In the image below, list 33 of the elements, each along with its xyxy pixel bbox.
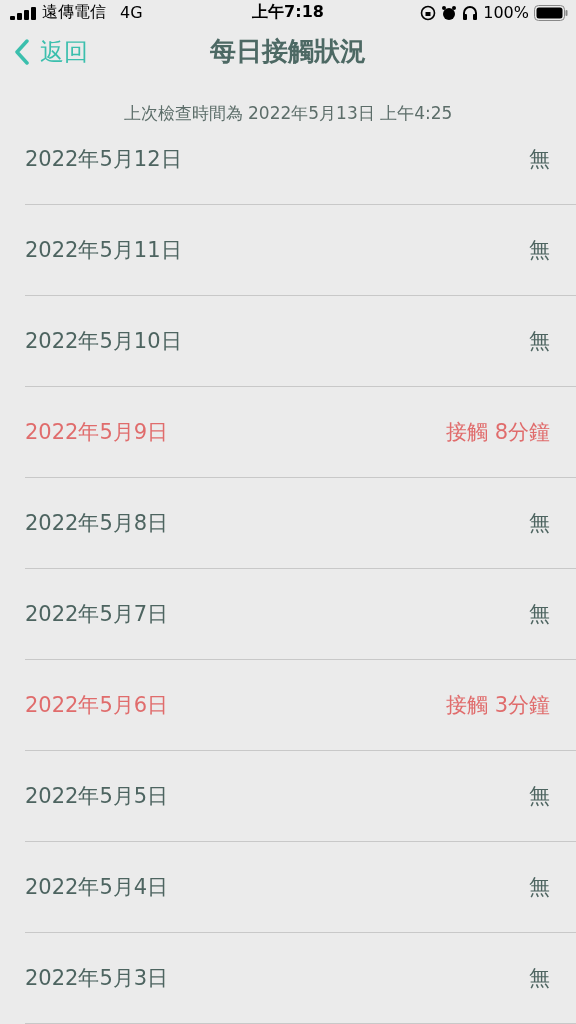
alarm-icon bbox=[441, 4, 458, 21]
day-date: 2022年5月3日 bbox=[25, 965, 169, 992]
headphones-icon bbox=[462, 4, 479, 21]
exposure-result: 無 bbox=[529, 783, 550, 810]
day-date: 2022年5月5日 bbox=[25, 783, 169, 810]
last-checked-text: 上次檢查時間為 2022年5月13日 上午4:25 bbox=[123, 101, 453, 125]
day-date: 2022年5月7日 bbox=[25, 601, 169, 628]
exposure-result: 接觸 3分鐘 bbox=[445, 692, 550, 719]
day-date: 2022年5月9日 bbox=[25, 419, 169, 446]
day-date: 2022年5月6日 bbox=[25, 692, 169, 719]
back-button[interactable]: 返回 bbox=[0, 35, 88, 68]
exposure-result: 無 bbox=[529, 146, 550, 173]
page-title: 每日接觸狀況 bbox=[210, 35, 366, 69]
exposure-result: 接觸 8分鐘 bbox=[445, 419, 550, 446]
network-type: 4G bbox=[120, 3, 143, 23]
exposure-result: 無 bbox=[529, 510, 550, 537]
exposure-result: 無 bbox=[529, 874, 550, 901]
battery-icon bbox=[534, 4, 568, 21]
day-date: 2022年5月11日 bbox=[25, 237, 182, 264]
day-date: 2022年5月8日 bbox=[25, 510, 169, 537]
exposure-result: 無 bbox=[529, 965, 550, 992]
rotation-lock-icon bbox=[420, 4, 437, 21]
exposure-result: 無 bbox=[529, 328, 550, 355]
signal-icon bbox=[10, 5, 36, 20]
carrier-name: 遠傳電信 bbox=[42, 2, 106, 24]
back-chevron-icon bbox=[14, 38, 30, 65]
day-date: 2022年5月4日 bbox=[25, 874, 169, 901]
exposure-result: 無 bbox=[529, 237, 550, 264]
status-time: 上午7:18 bbox=[252, 2, 324, 24]
battery-percent: 100% bbox=[483, 3, 529, 23]
day-date: 2022年5月12日 bbox=[25, 146, 182, 173]
day-date: 2022年5月10日 bbox=[25, 328, 182, 355]
exposure-result: 無 bbox=[529, 601, 550, 628]
